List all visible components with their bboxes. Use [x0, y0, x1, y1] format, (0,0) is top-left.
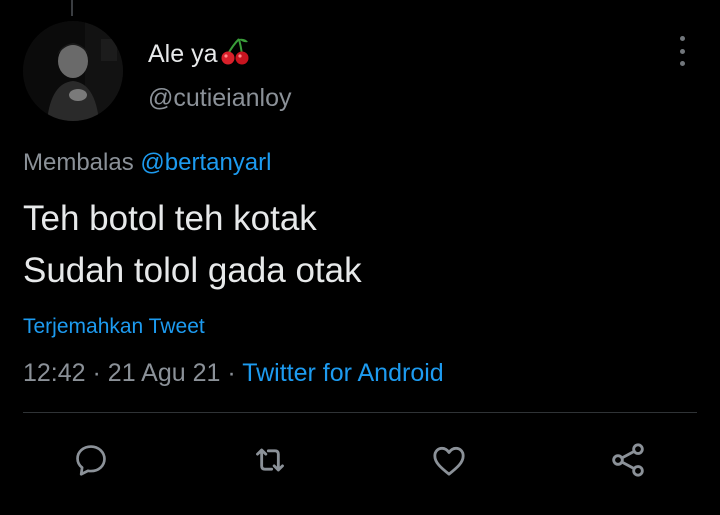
tweet-date: 21 Agu 21 [107, 359, 221, 387]
reply-context: Membalas @bertanyarl [23, 149, 271, 177]
meta-separator: · [227, 359, 236, 387]
user-handle[interactable]: @cutieianloy [148, 84, 292, 113]
reply-icon [76, 445, 106, 476]
reply-button[interactable] [71, 440, 111, 480]
reply-prefix: Membalas [23, 149, 134, 176]
tweet-source-link[interactable]: Twitter for Android [242, 359, 443, 387]
retweet-button[interactable] [250, 440, 290, 480]
share-button[interactable] [608, 440, 648, 480]
share-icon [612, 443, 644, 477]
retweet-icon [256, 448, 284, 472]
display-name-text: Ale ya [148, 40, 218, 68]
like-icon [433, 446, 465, 476]
cherries-icon [219, 37, 251, 72]
tweet-text-line: Sudah tolol gada otak [23, 251, 362, 290]
more-options-icon[interactable] [672, 36, 692, 66]
divider [23, 412, 697, 413]
translate-tweet-link[interactable]: Terjemahkan Tweet [23, 315, 205, 339]
tweet-text: Teh botol teh kotak Sudah tolol gada ota… [23, 193, 362, 297]
avatar[interactable] [23, 21, 123, 121]
meta-separator: · [92, 359, 101, 387]
tweet-meta: 12:42 · 21 Agu 21 · Twitter for Android [23, 359, 444, 388]
tweet-text-line: Teh botol teh kotak [23, 199, 317, 238]
display-name[interactable]: Ale ya [148, 37, 251, 72]
like-button[interactable] [429, 440, 469, 480]
avatar-photo [23, 21, 123, 121]
tweet-time: 12:42 [23, 359, 86, 387]
thread-connector-line [71, 0, 73, 16]
reply-mention-link[interactable]: @bertanyarl [140, 149, 271, 176]
